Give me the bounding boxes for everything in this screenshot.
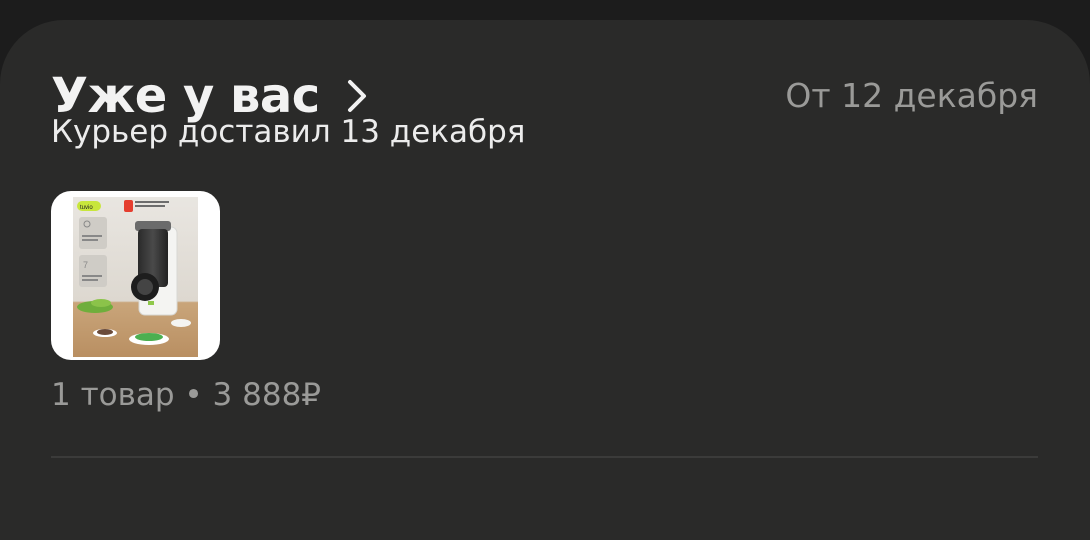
order-summary: 1 товар • 3 888₽ [51,377,322,413]
order-date: От 12 декабря [785,76,1038,115]
chevron-right-icon [346,78,368,114]
svg-text:7: 7 [83,260,88,270]
juicer-product-image: tuvio 7 [73,197,198,357]
brand-label: tuvio [80,205,93,211]
divider [51,456,1038,458]
delivery-status: Курьер доставил 13 декабря [51,114,526,150]
product-thumbnail[interactable]: tuvio 7 [51,191,220,360]
